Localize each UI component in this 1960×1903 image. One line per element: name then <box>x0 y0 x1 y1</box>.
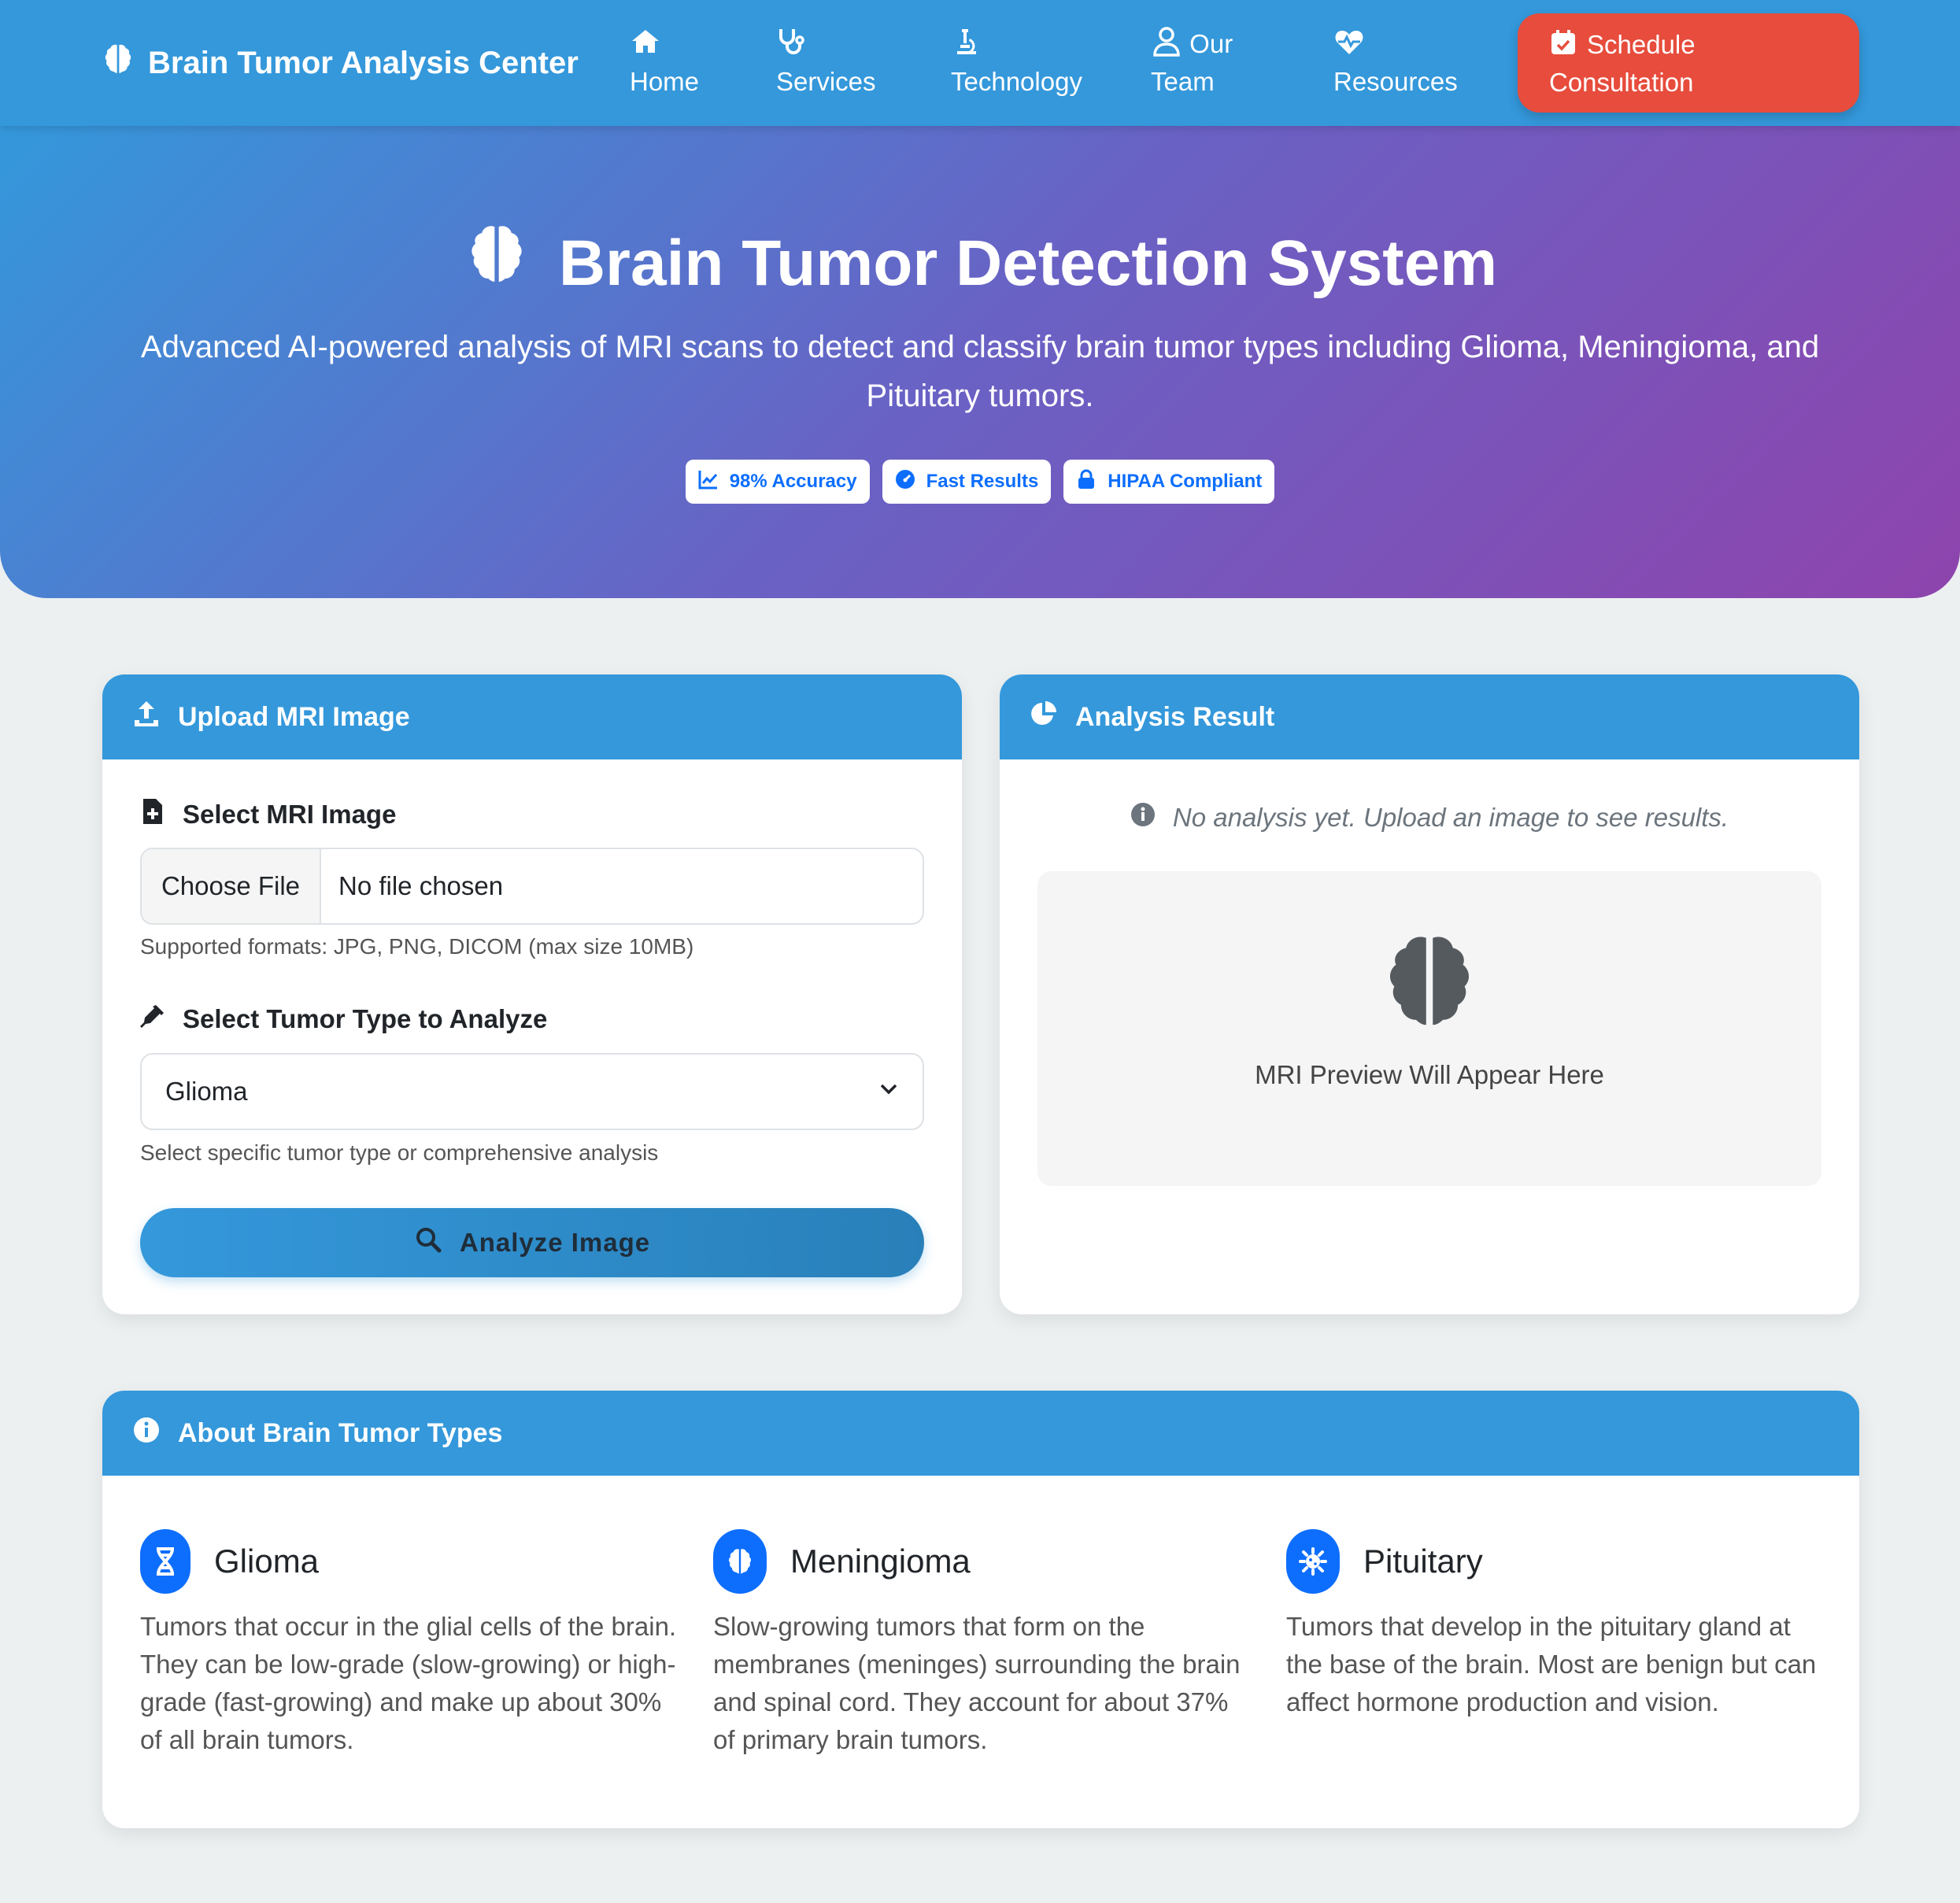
cta-label-2: Consultation <box>1549 68 1694 97</box>
nav-our-team[interactable]: Our Team <box>1151 25 1233 101</box>
result-card-header: Analysis Result <box>1000 674 1859 759</box>
meningioma-description: Slow-growing tumors that form on the mem… <box>713 1612 1241 1754</box>
nav-resources[interactable]: Resources <box>1333 25 1458 101</box>
brand[interactable]: Brain Tumor Analysis Center <box>101 39 579 87</box>
tumor-type-select[interactable]: Glioma <box>140 1053 924 1130</box>
accuracy-badge-label: 98% Accuracy <box>729 471 857 492</box>
hero-subtitle: Advanced AI-powered analysis of MRI scan… <box>140 330 1820 413</box>
upload-card-header: Upload MRI Image <box>102 674 962 759</box>
nav-home-label: Home <box>630 67 700 96</box>
upload-icon <box>132 700 161 735</box>
brand-name: Brain Tumor Analysis Center <box>148 45 579 80</box>
analyze-image-button[interactable]: Analyze Image <box>140 1208 924 1277</box>
fast-results-badge-label: Fast Results <box>926 471 1039 492</box>
tumor-type-label-text: Select Tumor Type to Analyze <box>183 1004 548 1033</box>
nav-home[interactable]: Home <box>630 25 699 101</box>
glioma-title: Glioma <box>214 1543 320 1580</box>
choose-file-button[interactable]: Choose File <box>142 849 321 923</box>
feature-badges: 98% Accuracy Fast Results HIPAA Complian… <box>0 460 1960 504</box>
search-icon <box>414 1225 442 1260</box>
nav-services[interactable]: Services <box>776 25 876 101</box>
nav-services-label: Services <box>776 67 876 96</box>
nav-our-team-label-2: Team <box>1151 67 1215 96</box>
user-doctor-icon <box>1151 26 1182 57</box>
fast-results-badge: Fast Results <box>882 460 1052 504</box>
tumor-type-label: Select Tumor Type to Analyze <box>140 1003 547 1035</box>
schedule-consultation-button[interactable]: Schedule Consultation <box>1518 13 1859 113</box>
chevron-down-icon <box>877 1077 900 1107</box>
hipaa-badge: HIPAA Compliant <box>1063 460 1275 504</box>
about-tumor-types-card: About Brain Tumor Types Glioma Tumors th… <box>102 1391 1859 1828</box>
hero: Brain Tumor Detection System Advanced AI… <box>0 126 1960 598</box>
pituitary-title: Pituitary <box>1363 1543 1483 1580</box>
nav-resources-label: Resources <box>1333 67 1458 96</box>
tumor-type-pituitary: Pituitary Tumors that develop in the pit… <box>1286 1529 1829 1721</box>
tumor-type-meningioma: Meningioma Slow-growing tumors that form… <box>713 1529 1256 1759</box>
select-mri-label: Select MRI Image <box>140 799 396 830</box>
hero-title: Brain Tumor Detection System <box>0 220 1960 306</box>
home-icon <box>630 26 661 57</box>
gauge-icon <box>895 469 915 495</box>
chart-pie-icon <box>1030 700 1058 735</box>
syringe-icon <box>140 1003 165 1035</box>
tumor-type-glioma: Glioma Tumors that occur in the glial ce… <box>140 1529 683 1759</box>
info-circle-icon <box>1130 802 1156 833</box>
analysis-result-card: Analysis Result No analysis yet. Upload … <box>1000 674 1859 1314</box>
hero-title-text: Brain Tumor Detection System <box>558 227 1498 299</box>
brain-icon <box>713 1529 767 1594</box>
heart-pulse-icon <box>1333 26 1365 57</box>
info-circle-icon <box>132 1416 161 1451</box>
formats-help-text: Supported formats: JPG, PNG, DICOM (max … <box>140 934 694 959</box>
stethoscope-icon <box>776 26 808 57</box>
cta-label-1: Schedule <box>1587 30 1696 59</box>
nav-technology-label: Technology <box>951 67 1082 96</box>
navbar: Brain Tumor Analysis Center Home Service… <box>0 0 1960 126</box>
mri-file-input[interactable]: Choose File No file chosen <box>140 848 924 925</box>
glioma-description: Tumors that occur in the glial cells of … <box>140 1612 677 1754</box>
mri-preview-area: MRI Preview Will Appear Here <box>1037 871 1821 1186</box>
file-medical-icon <box>140 799 165 830</box>
select-mri-label-text: Select MRI Image <box>183 800 397 829</box>
brain-placeholder-icon <box>1389 937 1470 1025</box>
brain-icon <box>463 220 531 306</box>
nav-our-team-label-1: Our <box>1189 29 1233 58</box>
tumor-type-help-text: Select specific tumor type or comprehens… <box>140 1140 659 1165</box>
no-analysis-text: No analysis yet. Upload an image to see … <box>1172 803 1729 832</box>
lock-icon <box>1076 469 1096 495</box>
chart-line-icon <box>698 469 719 495</box>
result-card-title: Analysis Result <box>1075 701 1275 732</box>
accuracy-badge: 98% Accuracy <box>685 460 870 504</box>
virus-icon <box>1286 1529 1340 1594</box>
meningioma-title: Meningioma <box>790 1543 971 1580</box>
microscope-icon <box>951 26 982 57</box>
analyze-image-label: Analyze Image <box>459 1228 651 1257</box>
about-card-title: About Brain Tumor Types <box>178 1417 503 1448</box>
nav-technology[interactable]: Technology <box>951 25 1082 101</box>
dna-icon <box>140 1529 190 1594</box>
pituitary-description: Tumors that develop in the pituitary gla… <box>1286 1612 1817 1716</box>
upload-card: Upload MRI Image Select MRI Image Choose… <box>102 674 962 1314</box>
calendar-check-icon <box>1549 28 1577 57</box>
file-name-display: No file chosen <box>338 871 504 900</box>
upload-card-title: Upload MRI Image <box>178 701 410 732</box>
no-analysis-message: No analysis yet. Upload an image to see … <box>1000 802 1859 833</box>
about-card-header: About Brain Tumor Types <box>102 1391 1859 1476</box>
hipaa-badge-label: HIPAA Compliant <box>1108 471 1263 492</box>
tumor-type-selected: Glioma <box>165 1077 248 1106</box>
mri-preview-text: MRI Preview Will Appear Here <box>1255 1060 1604 1089</box>
brain-logo-icon <box>101 42 135 84</box>
